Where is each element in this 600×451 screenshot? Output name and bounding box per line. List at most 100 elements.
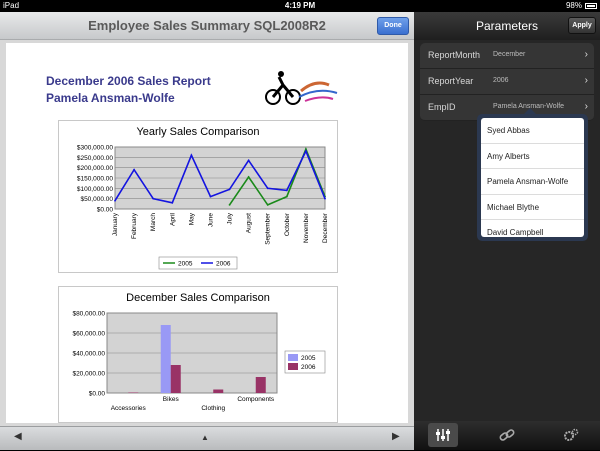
data-point: [266, 203, 269, 206]
bar-2006: [128, 392, 139, 393]
x-tick-label: October: [284, 212, 291, 236]
bar-2006: [255, 377, 266, 393]
employee-option[interactable]: Syed Abbas: [481, 118, 584, 144]
parameter-list: ReportMonth December › ReportYear 2006 ›…: [420, 43, 594, 121]
bar-2006: [170, 365, 181, 393]
x-tick-label: Clothing: [201, 405, 225, 412]
data-point: [247, 176, 250, 178]
legend-label: 2005: [301, 355, 316, 362]
battery-icon: [585, 3, 597, 9]
employee-picker-popover: Syed Abbas Amy Alberts Pamela Ansman-Wol…: [477, 108, 588, 241]
bottom-tab-bar: [414, 421, 600, 450]
report-heading-line2: Pamela Ansman-Wolfe: [46, 91, 175, 105]
report-heading: December 2006 Sales Report Pamela Ansman…: [46, 73, 211, 107]
yearly-sales-chart-svg: Yearly Sales Comparison $300,000.00 $250,0…: [77, 126, 329, 270]
data-point: [324, 197, 326, 200]
legend-swatch: [288, 354, 298, 361]
done-button[interactable]: Done: [377, 17, 409, 35]
param-value: December: [493, 51, 526, 58]
data-point: [133, 168, 135, 171]
x-tick-label: March: [150, 213, 157, 231]
param-report-month[interactable]: ReportMonth December ›: [420, 43, 594, 69]
previous-page-button[interactable]: ◀: [14, 431, 22, 442]
param-label: ReportYear: [428, 76, 474, 86]
employee-option[interactable]: Amy Alberts: [481, 144, 584, 169]
data-point: [228, 203, 231, 206]
toggle-toolbar-button[interactable]: ▲: [201, 433, 209, 442]
legend-label: 2006: [301, 364, 316, 371]
chevron-right-icon: ›: [584, 49, 588, 60]
param-label: ReportMonth: [428, 50, 481, 60]
legend-label: 2006: [216, 261, 231, 268]
y-tick-label: $150,000.00: [77, 176, 114, 183]
data-point: [285, 189, 288, 192]
x-tick-label: Components: [237, 396, 275, 403]
report-nav-bar: Employee Sales Summary SQL2008R2 Done: [0, 12, 414, 40]
x-tick-label: July: [227, 212, 234, 224]
x-tick-label: November: [303, 212, 310, 243]
bar-2006: [213, 389, 224, 393]
y-tick-label: $60,000.00: [72, 331, 105, 338]
battery-percent: 98%: [565, 1, 582, 10]
yearly-sales-chart: Yearly Sales Comparison $300,000.00 $250,0…: [58, 120, 338, 273]
data-point: [247, 159, 250, 162]
report-title-bar: Employee Sales Summary SQL2008R2: [88, 18, 326, 33]
data-point: [190, 154, 193, 157]
y-tick-label: $200,000.00: [77, 165, 114, 172]
link-icon[interactable]: [492, 423, 522, 447]
x-tick-label: Accessories: [111, 405, 147, 412]
sliders-icon[interactable]: [428, 423, 458, 447]
report-page[interactable]: December 2006 Sales Report Pamela Ansman…: [6, 43, 408, 423]
data-point: [285, 195, 288, 198]
data-point: [114, 199, 116, 202]
chart-title: December Sales Comparison: [126, 292, 270, 304]
december-sales-chart: December Sales Comparison $80,000.00 $60,0…: [58, 286, 338, 423]
bar-2005: [160, 325, 171, 393]
y-tick-label: $250,000.00: [77, 155, 114, 162]
chart-title: Yearly Sales Comparison: [136, 126, 259, 138]
data-point: [209, 195, 212, 198]
x-tick-label: May: [188, 212, 195, 225]
x-tick-label: August: [246, 213, 253, 233]
x-tick-label: June: [207, 213, 214, 227]
chevron-right-icon: ›: [584, 75, 588, 86]
y-tick-label: $80,000.00: [72, 311, 105, 318]
report-heading-line1: December 2006 Sales Report: [46, 74, 211, 88]
legend-swatch: [288, 363, 298, 370]
data-point: [152, 197, 155, 200]
y-tick-label: $100,000.00: [77, 186, 114, 193]
next-page-button[interactable]: ▶: [392, 431, 400, 442]
employee-list: Syed Abbas Amy Alberts Pamela Ansman-Wol…: [481, 118, 584, 237]
clock: 4:19 PM: [284, 1, 316, 10]
param-value: 2006: [493, 77, 509, 84]
december-sales-chart-svg: December Sales Comparison $80,000.00 $60,0…: [72, 292, 326, 412]
status-bar: iPad 4:19 PM 98%: [0, 0, 600, 12]
y-tick-label: $0.00: [89, 391, 106, 398]
popover-arrow: [524, 108, 536, 114]
employee-option[interactable]: David Campbell: [481, 220, 584, 237]
x-tick-label: September: [265, 212, 272, 245]
param-report-year[interactable]: ReportYear 2006 ›: [420, 69, 594, 95]
y-tick-label: $300,000.00: [77, 145, 114, 152]
employee-option[interactable]: Pamela Ansman-Wolfe: [481, 169, 584, 195]
cyclist-logo: [265, 71, 338, 105]
gears-icon[interactable]: [556, 423, 586, 447]
x-tick-label: January: [112, 212, 119, 236]
x-tick-label: December: [322, 212, 329, 243]
data-point: [305, 150, 307, 153]
param-label: EmpID: [428, 102, 456, 112]
y-tick-label: $50,000.00: [80, 196, 113, 203]
legend-label: 2005: [178, 261, 193, 268]
report-toolbar: ◀ ▲ ▶: [0, 426, 414, 450]
report-pane: Employee Sales Summary SQL2008R2 Done De…: [0, 12, 414, 450]
chevron-right-icon: ›: [584, 101, 588, 112]
y-tick-label: $0.00: [97, 207, 114, 214]
apply-button[interactable]: Apply: [568, 17, 596, 34]
x-tick-label: April: [169, 212, 176, 226]
x-tick-label: February: [131, 212, 138, 239]
y-tick-label: $40,000.00: [72, 351, 105, 358]
parameters-nav-bar: Parameters Apply: [414, 12, 600, 40]
y-tick-label: $20,000.00: [72, 371, 105, 378]
data-point: [171, 201, 174, 204]
employee-option[interactable]: Michael Blythe: [481, 195, 584, 220]
